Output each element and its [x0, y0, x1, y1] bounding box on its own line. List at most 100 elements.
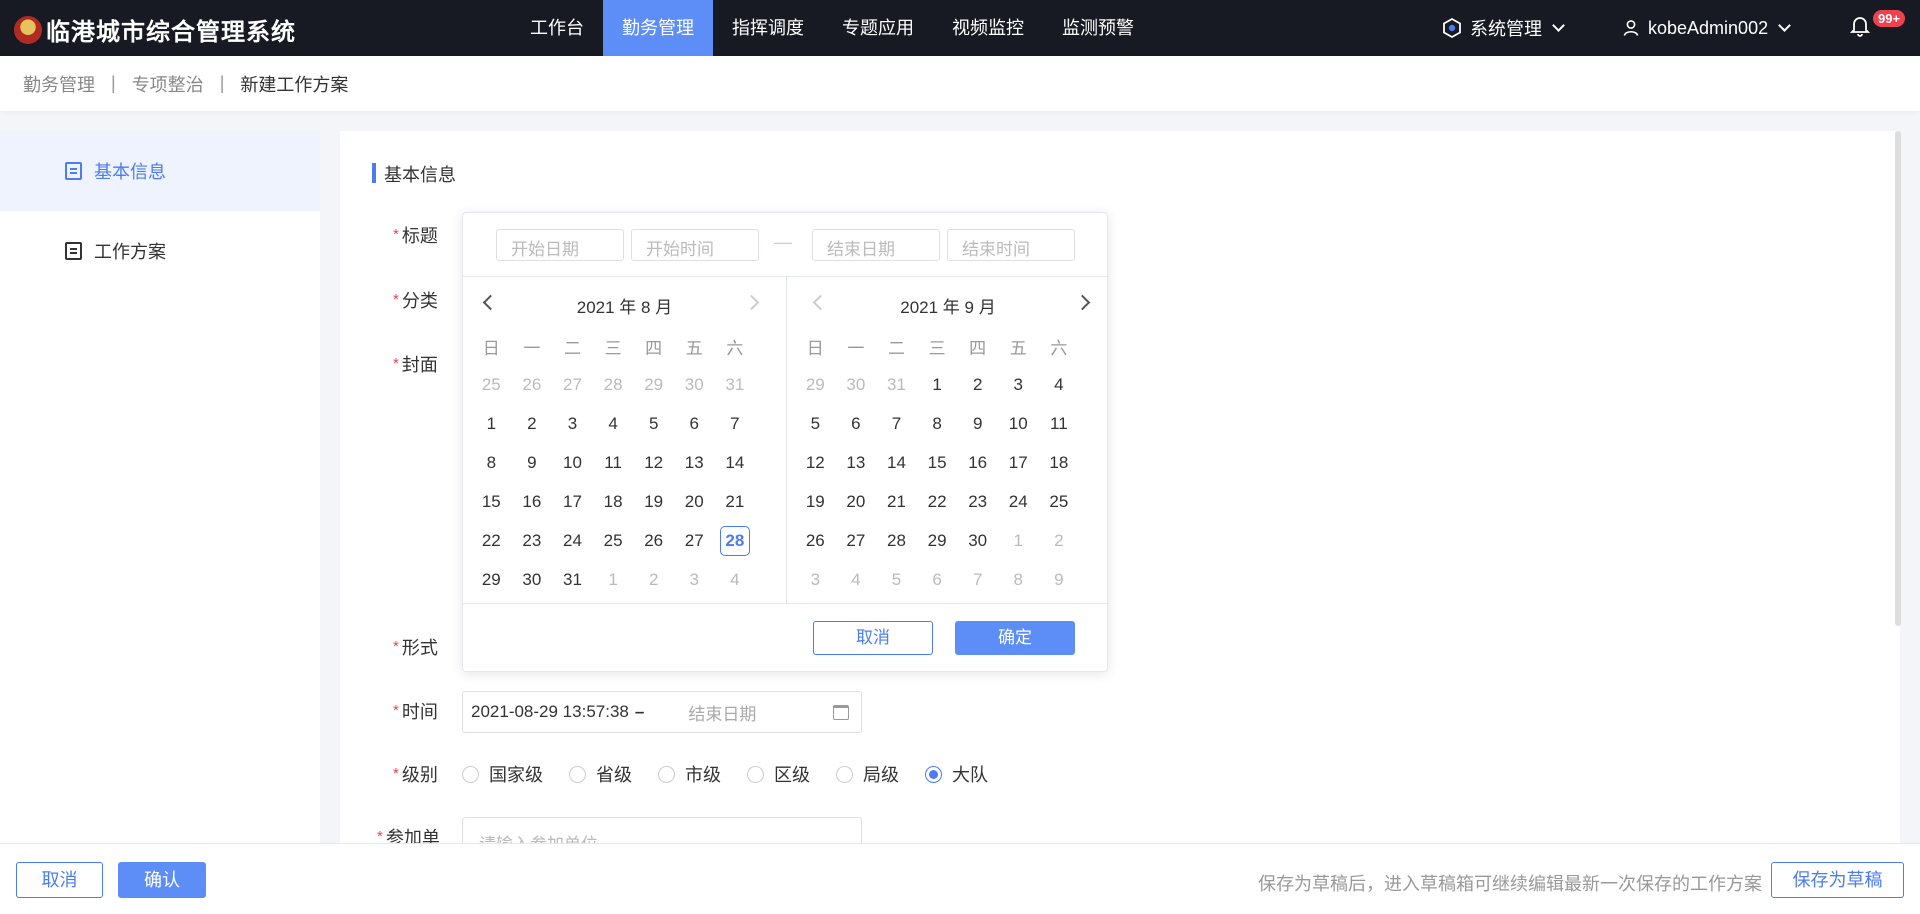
calendar-day[interactable]: 4 — [593, 404, 634, 443]
calendar-day[interactable]: 2 — [633, 560, 674, 599]
save-draft-button[interactable]: 保存为草稿 — [1771, 862, 1904, 898]
calendar-day[interactable]: 4 — [715, 560, 756, 599]
time-range-input[interactable]: 2021-08-29 13:57:38 – 结束日期 — [462, 691, 862, 733]
calendar-day[interactable]: 3 — [552, 404, 593, 443]
calendar-day[interactable]: 8 — [998, 560, 1039, 599]
calendar-day[interactable]: 24 — [552, 521, 593, 560]
calendar-day[interactable]: 14 — [715, 443, 756, 482]
picker-confirm-button[interactable]: 确定 — [955, 621, 1075, 655]
calendar-day[interactable]: 21 — [876, 482, 917, 521]
calendar-day[interactable]: 7 — [957, 560, 998, 599]
breadcrumb-item[interactable]: 勤务管理 — [23, 71, 95, 97]
system-management-menu[interactable]: 系统管理 — [1442, 0, 1565, 56]
calendar-day[interactable]: 26 — [512, 365, 553, 404]
calendar-day[interactable]: 4 — [836, 560, 877, 599]
start-time-input[interactable]: 开始时间 — [631, 229, 759, 261]
calendar-day[interactable]: 2 — [512, 404, 553, 443]
nav-item-topic-apps[interactable]: 专题应用 — [823, 0, 933, 56]
calendar-day[interactable]: 30 — [674, 365, 715, 404]
nav-item-workbench[interactable]: 工作台 — [511, 0, 603, 56]
calendar-day[interactable]: 22 — [917, 482, 958, 521]
nav-item-monitoring-alert[interactable]: 监测预警 — [1043, 0, 1153, 56]
calendar-day[interactable]: 5 — [633, 404, 674, 443]
calendar-day[interactable]: 15 — [471, 482, 512, 521]
calendar-day[interactable]: 12 — [633, 443, 674, 482]
calendar-day[interactable]: 20 — [836, 482, 877, 521]
calendar-day[interactable]: 29 — [633, 365, 674, 404]
radio-level-city[interactable]: 市级 — [658, 761, 721, 787]
side-item-basic-info[interactable]: 基本信息 — [0, 131, 320, 211]
calendar-day[interactable]: 17 — [998, 443, 1039, 482]
calendar-day[interactable]: 21 — [715, 482, 756, 521]
radio-level-provincial[interactable]: 省级 — [569, 761, 632, 787]
main-scrollbar[interactable] — [1895, 131, 1901, 626]
calendar-day[interactable]: 10 — [552, 443, 593, 482]
calendar-day[interactable]: 3 — [998, 365, 1039, 404]
calendar-day[interactable]: 25 — [593, 521, 634, 560]
calendar-day[interactable]: 15 — [917, 443, 958, 482]
calendar-day[interactable]: 1 — [471, 404, 512, 443]
confirm-button[interactable]: 确认 — [118, 862, 206, 898]
calendar-day[interactable]: 11 — [593, 443, 634, 482]
calendar-day[interactable]: 27 — [674, 521, 715, 560]
calendar-day[interactable]: 16 — [957, 443, 998, 482]
calendar-day[interactable]: 6 — [674, 404, 715, 443]
calendar-day[interactable]: 31 — [552, 560, 593, 599]
calendar-day[interactable]: 7 — [715, 404, 756, 443]
calendar-day[interactable]: 7 — [876, 404, 917, 443]
calendar-day[interactable]: 5 — [876, 560, 917, 599]
calendar-day[interactable]: 4 — [1039, 365, 1080, 404]
radio-level-district[interactable]: 区级 — [747, 761, 810, 787]
side-item-work-plan[interactable]: 工作方案 — [0, 211, 320, 291]
calendar-day[interactable]: 30 — [512, 560, 553, 599]
nav-item-command-dispatch[interactable]: 指挥调度 — [713, 0, 823, 56]
calendar-day-today[interactable]: 28 — [715, 521, 756, 560]
calendar-day[interactable]: 13 — [674, 443, 715, 482]
calendar-day[interactable]: 1 — [998, 521, 1039, 560]
calendar-day[interactable]: 31 — [715, 365, 756, 404]
calendar-day[interactable]: 14 — [876, 443, 917, 482]
calendar-day[interactable]: 22 — [471, 521, 512, 560]
calendar-day[interactable]: 29 — [917, 521, 958, 560]
calendar-day[interactable]: 9 — [957, 404, 998, 443]
calendar-day[interactable]: 10 — [998, 404, 1039, 443]
calendar-day[interactable]: 11 — [1039, 404, 1080, 443]
end-time-input[interactable]: 结束时间 — [947, 229, 1075, 261]
calendar-day[interactable]: 2 — [957, 365, 998, 404]
calendar-day[interactable]: 6 — [836, 404, 877, 443]
calendar-day[interactable]: 20 — [674, 482, 715, 521]
calendar-day[interactable]: 5 — [795, 404, 836, 443]
calendar-day[interactable]: 1 — [917, 365, 958, 404]
calendar-day[interactable]: 12 — [795, 443, 836, 482]
calendar-day[interactable]: 26 — [795, 521, 836, 560]
calendar-day[interactable]: 26 — [633, 521, 674, 560]
start-date-input[interactable]: 开始日期 — [496, 229, 624, 261]
calendar-day[interactable]: 18 — [593, 482, 634, 521]
calendar-day[interactable]: 19 — [795, 482, 836, 521]
breadcrumb-item[interactable]: 专项整治 — [132, 71, 204, 97]
calendar-day[interactable]: 27 — [836, 521, 877, 560]
app-logo[interactable]: 临港城市综合管理系统 — [14, 12, 296, 47]
calendar-day[interactable]: 23 — [957, 482, 998, 521]
bell-icon[interactable] — [1850, 15, 1870, 37]
calendar-day[interactable]: 6 — [917, 560, 958, 599]
calendar-day[interactable]: 9 — [1039, 560, 1080, 599]
radio-level-brigade[interactable]: 大队 — [925, 761, 988, 787]
calendar-day[interactable]: 16 — [512, 482, 553, 521]
calendar-day[interactable]: 1 — [593, 560, 634, 599]
calendar-day[interactable]: 24 — [998, 482, 1039, 521]
calendar-day[interactable]: 13 — [836, 443, 877, 482]
calendar-day[interactable]: 9 — [512, 443, 553, 482]
calendar-day[interactable]: 31 — [876, 365, 917, 404]
calendar-day[interactable]: 25 — [1039, 482, 1080, 521]
calendar-day[interactable]: 23 — [512, 521, 553, 560]
user-menu[interactable]: kobeAdmin002 — [1622, 0, 1791, 56]
calendar-day[interactable]: 3 — [795, 560, 836, 599]
nav-item-video-monitoring[interactable]: 视频监控 — [933, 0, 1043, 56]
calendar-day[interactable]: 17 — [552, 482, 593, 521]
nav-item-duty-management[interactable]: 勤务管理 — [603, 0, 713, 56]
calendar-day[interactable]: 28 — [876, 521, 917, 560]
calendar-day[interactable]: 19 — [633, 482, 674, 521]
end-date-input[interactable]: 结束日期 — [812, 229, 940, 261]
calendar-day[interactable]: 28 — [593, 365, 634, 404]
